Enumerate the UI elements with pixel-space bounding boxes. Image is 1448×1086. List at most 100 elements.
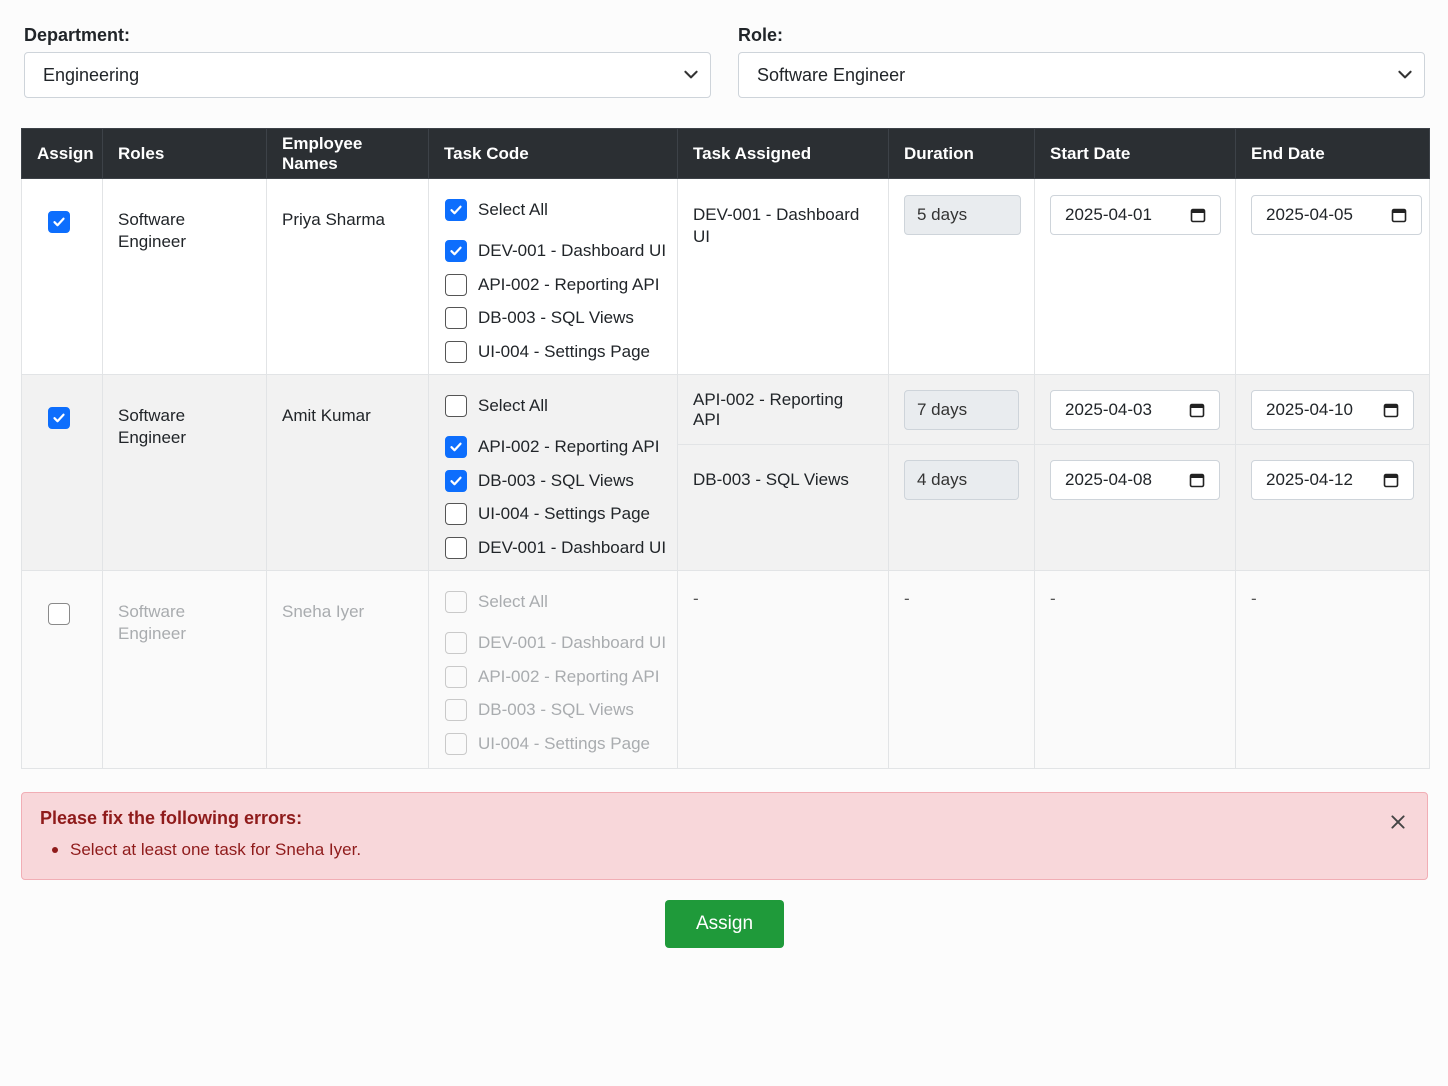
empty-placeholder: - bbox=[904, 589, 910, 608]
task-option-label: DEV-001 - Dashboard UI bbox=[478, 537, 667, 557]
department-select[interactable]: Engineering bbox=[24, 52, 711, 98]
assign-checkbox[interactable] bbox=[48, 211, 70, 233]
header-employee-names: Employee Names bbox=[266, 128, 429, 179]
close-icon[interactable] bbox=[1389, 813, 1407, 831]
task-code-cell: Select All DEV-001 - Dashboard UI API-00… bbox=[428, 178, 678, 375]
duration-value: 5 days bbox=[917, 205, 968, 224]
duration-field: 5 days bbox=[904, 195, 1021, 235]
assign-checkbox[interactable] bbox=[48, 407, 70, 429]
task-checkbox bbox=[445, 665, 467, 688]
select-all-option: Select All bbox=[445, 585, 677, 619]
task-checkbox bbox=[445, 732, 467, 755]
duration-value: 7 days bbox=[917, 400, 968, 419]
start-date-input[interactable]: 2025-04-03 bbox=[1050, 390, 1220, 430]
employee-name: Amit Kumar bbox=[282, 406, 371, 425]
assign-checkbox[interactable] bbox=[48, 603, 70, 625]
header-roles: Roles bbox=[102, 128, 267, 179]
start-date-input[interactable]: 2025-04-08 bbox=[1050, 460, 1220, 500]
select-all-option[interactable]: Select All bbox=[445, 389, 677, 423]
task-option[interactable]: API-002 - Reporting API bbox=[445, 268, 677, 302]
role-select[interactable]: Software Engineer bbox=[738, 52, 1425, 98]
duration-value: 4 days bbox=[917, 470, 968, 489]
select-all-checkbox[interactable] bbox=[445, 394, 467, 417]
header-start-date: Start Date bbox=[1034, 128, 1236, 179]
end-date-input[interactable]: 2025-04-12 bbox=[1251, 460, 1414, 500]
empty-placeholder: - bbox=[1050, 589, 1056, 608]
empty-placeholder: - bbox=[693, 589, 699, 608]
task-option[interactable]: DEV-001 - Dashboard UI bbox=[445, 235, 677, 269]
calendar-icon[interactable] bbox=[1383, 472, 1399, 488]
department-label: Department: bbox=[24, 25, 131, 45]
end-date-input[interactable]: 2025-04-10 bbox=[1251, 390, 1414, 430]
calendar-icon[interactable] bbox=[1189, 402, 1205, 418]
task-checkbox[interactable] bbox=[445, 503, 467, 526]
duration-cell: 5 days bbox=[888, 178, 1035, 375]
task-checkbox[interactable] bbox=[445, 307, 467, 330]
task-assigned-text: DEV-001 - Dashboard UI bbox=[693, 205, 860, 246]
end-date-value: 2025-04-12 bbox=[1266, 470, 1353, 489]
department-select-value: Engineering bbox=[43, 64, 140, 85]
role-text: Software Engineer bbox=[118, 210, 187, 251]
task-option-label: UI-004 - Settings Page bbox=[478, 504, 650, 524]
duration-field: 7 days bbox=[904, 390, 1019, 430]
check-icon bbox=[53, 413, 65, 423]
empty-placeholder: - bbox=[1251, 589, 1257, 608]
task-option[interactable]: UI-004 - Settings Page bbox=[445, 335, 677, 369]
task-checkbox[interactable] bbox=[445, 340, 467, 363]
start-date-input[interactable]: 2025-04-01 bbox=[1050, 195, 1221, 235]
table-row: Software Engineer Priya Sharma Select Al… bbox=[21, 178, 1430, 375]
header-end-date: End Date bbox=[1235, 128, 1430, 179]
task-option-label: UI-004 - Settings Page bbox=[478, 341, 650, 361]
role-label: Role: bbox=[738, 25, 783, 45]
task-option-label: DEV-001 - Dashboard UI bbox=[478, 633, 667, 653]
duration-field: 4 days bbox=[904, 460, 1019, 500]
assignment-table: Assign Roles Employee Names Task Code Ta… bbox=[21, 128, 1430, 769]
task-option[interactable]: DB-003 - SQL Views bbox=[445, 464, 677, 498]
bullet-icon bbox=[52, 847, 58, 853]
task-option-label: API-002 - Reporting API bbox=[478, 666, 660, 686]
select-all-option[interactable]: Select All bbox=[445, 193, 677, 227]
start-date-value: 2025-04-08 bbox=[1065, 470, 1152, 489]
task-checkbox[interactable] bbox=[445, 436, 467, 459]
calendar-icon[interactable] bbox=[1383, 402, 1399, 418]
task-option-label: DB-003 - SQL Views bbox=[478, 470, 634, 490]
task-option[interactable]: DEV-001 - Dashboard UI bbox=[445, 531, 677, 565]
task-option[interactable]: UI-004 - Settings Page bbox=[445, 498, 677, 532]
start-date-cell: 2025-04-01 bbox=[1034, 178, 1236, 375]
table-row: Software Engineer Amit Kumar Select All … bbox=[21, 374, 1430, 571]
header-duration: Duration bbox=[888, 128, 1035, 179]
header-task-code: Task Code bbox=[428, 128, 678, 179]
end-date-input[interactable]: 2025-04-05 bbox=[1251, 195, 1422, 235]
role-filter: Role: Software Engineer bbox=[738, 22, 1425, 98]
select-all-label: Select All bbox=[478, 591, 548, 611]
chevron-down-icon bbox=[684, 70, 698, 79]
task-option[interactable]: DB-003 - SQL Views bbox=[445, 302, 677, 336]
task-checkbox[interactable] bbox=[445, 240, 467, 263]
duration-cell: 7 days 4 days bbox=[888, 374, 1035, 571]
role-cell: Software Engineer bbox=[102, 178, 267, 375]
select-all-label: Select All bbox=[478, 199, 548, 219]
select-all-checkbox[interactable] bbox=[445, 198, 467, 221]
calendar-icon[interactable] bbox=[1189, 472, 1205, 488]
task-assigned-cell: DEV-001 - Dashboard UI bbox=[677, 178, 889, 375]
task-option[interactable]: API-002 - Reporting API bbox=[445, 431, 677, 465]
task-checkbox[interactable] bbox=[445, 469, 467, 492]
calendar-icon[interactable] bbox=[1190, 207, 1206, 223]
error-alert: Please fix the following errors: Select … bbox=[21, 792, 1428, 880]
check-icon bbox=[450, 476, 462, 486]
task-option-label: DEV-001 - Dashboard UI bbox=[478, 241, 667, 261]
role-text: Software Engineer bbox=[118, 602, 187, 643]
task-option-label: API-002 - Reporting API bbox=[478, 274, 660, 294]
check-icon bbox=[450, 205, 462, 215]
department-filter: Department: Engineering bbox=[24, 22, 711, 98]
calendar-icon[interactable] bbox=[1391, 207, 1407, 223]
task-code-cell: Select All API-002 - Reporting API DB-00… bbox=[428, 374, 678, 571]
assign-cell bbox=[21, 570, 103, 769]
start-date-value: 2025-04-03 bbox=[1065, 400, 1152, 419]
employee-cell: Sneha Iyer bbox=[266, 570, 429, 769]
task-checkbox[interactable] bbox=[445, 536, 467, 559]
assign-button[interactable]: Assign bbox=[665, 900, 784, 948]
end-date-value: 2025-04-05 bbox=[1266, 205, 1353, 224]
task-checkbox[interactable] bbox=[445, 273, 467, 296]
task-option-label: DB-003 - SQL Views bbox=[478, 700, 634, 720]
